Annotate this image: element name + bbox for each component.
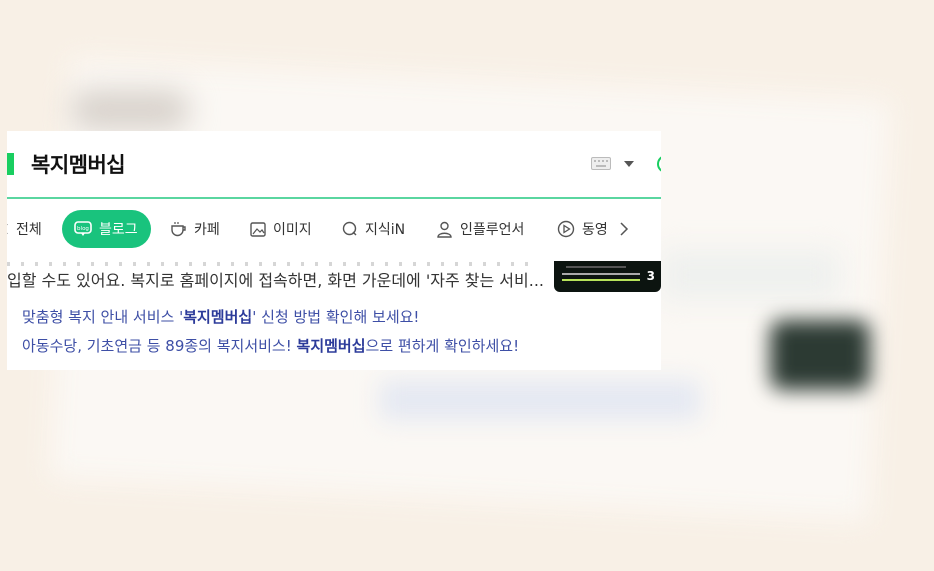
tab-influencer[interactable]: 인플루언서 [436, 211, 524, 247]
tab-label: 블로그 [99, 222, 138, 238]
link-text: 맞춤형 복지 안내 서비스 ' [22, 308, 184, 326]
tab-label: 이미지 [273, 222, 312, 238]
search-button[interactable] [657, 155, 661, 173]
search-tabs: 전체 blog 블로그 카페 이미지 지식iN 인플루언서 동영 [7, 209, 661, 249]
blurred-thumbnail [770, 320, 870, 390]
tab-label: 동영 [582, 222, 608, 238]
kin-icon [342, 221, 357, 236]
search-bar: 복지멤버십 [7, 131, 661, 199]
blurred-background-shape [380, 380, 700, 420]
svg-text:blog: blog [77, 226, 89, 232]
tab-kin[interactable]: 지식iN [342, 211, 405, 247]
tab-video[interactable]: 동영 [557, 211, 609, 247]
result-snippet[interactable]: 입할 수도 있어요. 복지로 홈페이지에 접속하면, 화면 가운데에 '자주 찾… [7, 267, 544, 291]
keyboard-icon[interactable] [591, 157, 611, 170]
play-icon [557, 220, 575, 238]
cafe-icon [171, 222, 186, 237]
chevron-down-icon[interactable] [624, 161, 634, 167]
chevron-right-icon[interactable] [619, 221, 629, 237]
link-text: 아동수당, 기초연금 등 89종의 복지서비스! [22, 337, 297, 355]
link-text: ' 신청 방법 확인해 보세요! [252, 308, 420, 326]
cropped-text-line [7, 262, 537, 266]
related-link-2[interactable]: 아동수당, 기초연금 등 89종의 복지서비스! 복지멤버십으로 편하게 확인하… [22, 335, 519, 356]
tab-all[interactable]: 전체 [7, 211, 42, 247]
image-icon [250, 221, 266, 237]
all-icon [7, 224, 8, 234]
related-link-1[interactable]: 맞춤형 복지 안내 서비스 '복지멤버십' 신청 방법 확인해 보세요! [22, 306, 419, 327]
blog-icon: blog [74, 221, 92, 236]
tab-image[interactable]: 이미지 [250, 211, 312, 247]
blurred-background-shape [660, 250, 840, 300]
blurred-background-shape [70, 90, 190, 130]
link-keyword: 복지멤버십 [183, 308, 253, 326]
tab-cafe[interactable]: 카페 [169, 211, 220, 247]
search-accent-bar [7, 153, 14, 175]
search-query[interactable]: 복지멤버십 [31, 149, 126, 179]
tab-label: 인플루언서 [460, 222, 525, 238]
tab-blog[interactable]: blog 블로그 [62, 210, 151, 248]
search-result-card: 복지멤버십 전체 blog 블로그 카페 이미지 지식iN 인플루언서 동영 입… [7, 131, 661, 370]
tab-label: 지식iN [365, 222, 406, 238]
tab-label: 카페 [194, 222, 220, 238]
link-keyword: 복지멤버십 [296, 337, 366, 355]
result-thumbnail[interactable]: 3 [554, 261, 661, 292]
tab-label: 전체 [16, 222, 42, 238]
link-text: 으로 편하게 확인하세요! [365, 337, 520, 355]
thumbnail-badge: 3 [646, 269, 655, 283]
person-icon [437, 221, 452, 238]
